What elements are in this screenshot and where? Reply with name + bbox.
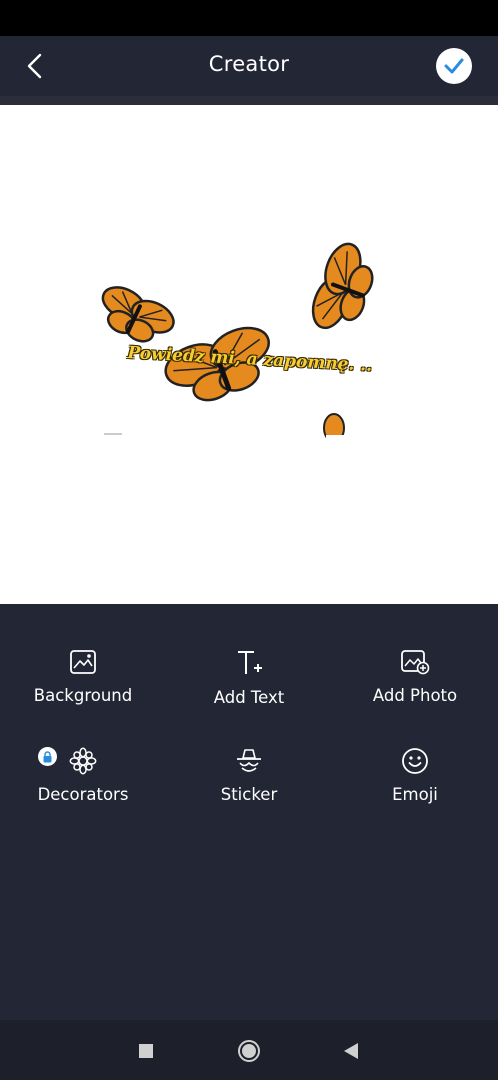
page-title: Creator [208,52,290,76]
sticker-icon [237,749,261,772]
home-icon [238,1040,260,1062]
status-bar [0,0,498,36]
confirm-button[interactable] [436,48,472,84]
emoji-tool[interactable]: Emoji [332,747,498,827]
header: Creator [0,36,498,96]
recents-icon [139,1044,153,1058]
background-label: Background [33,686,133,705]
add-photo-icon [401,650,430,675]
divider [0,96,498,105]
ornament-icon [69,747,97,775]
check-icon [444,58,464,74]
design-canvas[interactable]: Powiedz mi, a zapomnę. .. [0,105,498,604]
smiley-icon [402,748,428,774]
back-triangle-icon [344,1043,358,1059]
add-photo-tool[interactable]: Add Photo [332,648,498,728]
home-button[interactable] [236,1038,262,1064]
recents-button[interactable] [133,1038,159,1064]
sticker-tool[interactable]: Sticker [166,747,332,827]
sticker-label: Sticker [220,785,278,804]
add-text-tool[interactable]: Add Text [166,648,332,728]
lock-badge [38,747,57,766]
tools-panel: Background Add Text Add Photo Decorators… [0,604,498,1020]
system-navigation-bar [0,1020,498,1080]
lock-icon [43,750,52,762]
background-tool[interactable]: Background [0,648,166,728]
add-text-label: Add Text [213,688,285,707]
text-add-icon [238,651,262,674]
decorators-tool[interactable]: Decorators [0,747,166,827]
image-icon [70,650,96,674]
decorators-label: Decorators [37,785,129,804]
emoji-label: Emoji [392,785,438,804]
back-nav-button[interactable] [338,1038,364,1064]
add-photo-label: Add Photo [372,686,458,705]
